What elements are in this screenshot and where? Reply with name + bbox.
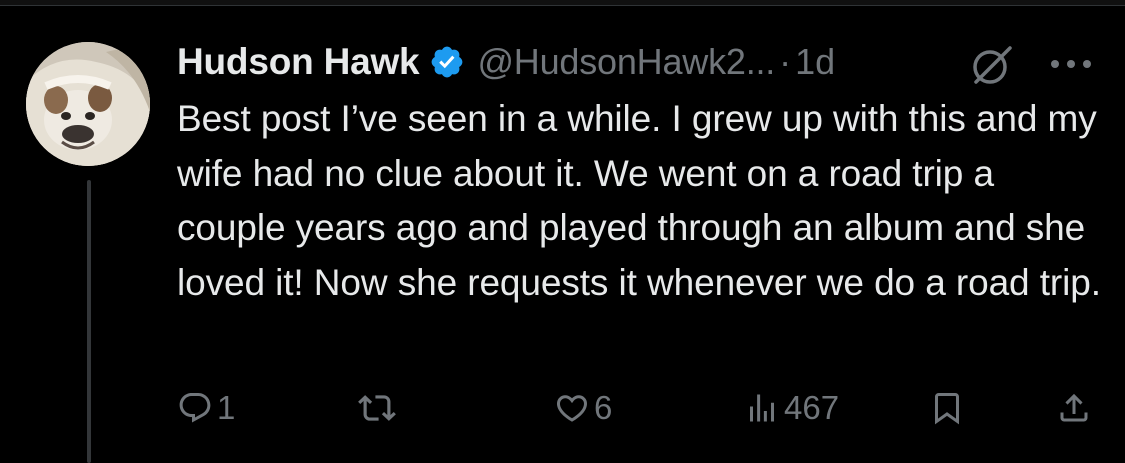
top-divider [0, 0, 1125, 6]
repost-icon [358, 395, 396, 421]
post-timestamp[interactable]: 1d [795, 41, 835, 83]
views-count: 467 [784, 389, 840, 426]
bulldog-avatar [26, 42, 150, 166]
bookmark-button[interactable] [929, 383, 965, 433]
reply-button[interactable]: 1 [177, 383, 235, 433]
post-actions: 1 6 467 [0, 383, 1125, 433]
views-icon [750, 394, 774, 422]
author-avatar[interactable] [26, 42, 150, 166]
post-text: Best post I’ve seen in a while. I grew u… [177, 98, 1101, 303]
author-handle[interactable]: @HudsonHawk2... [477, 41, 775, 83]
header-separator: · [779, 41, 792, 82]
post-header: Hudson Hawk @HudsonHawk2... · 1d [177, 38, 835, 86]
share-button[interactable] [1056, 383, 1092, 433]
reply-count: 1 [217, 389, 236, 426]
verified-badge-icon[interactable] [429, 44, 465, 80]
bookmark-icon [935, 393, 959, 425]
author-display-name[interactable]: Hudson Hawk [177, 41, 420, 83]
views-button[interactable]: 467 [744, 383, 839, 433]
more-options-icon[interactable] [1048, 56, 1094, 72]
like-count: 6 [594, 389, 613, 426]
repost-button[interactable] [358, 383, 400, 433]
reply-icon [179, 393, 211, 423]
grok-icon[interactable] [970, 44, 1018, 86]
share-icon [1060, 393, 1088, 422]
like-button[interactable]: 6 [554, 383, 612, 433]
heart-icon [556, 395, 588, 422]
